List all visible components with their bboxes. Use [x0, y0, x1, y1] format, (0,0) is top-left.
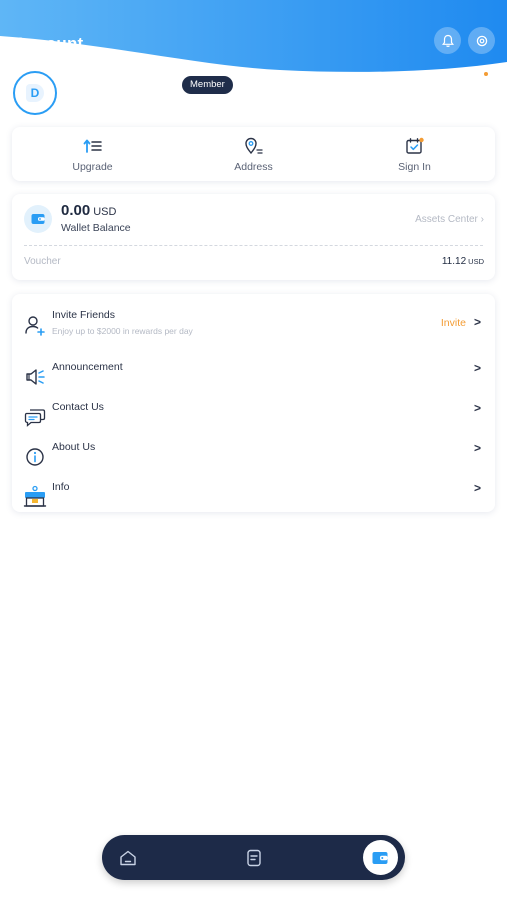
chevron-right-icon: >: [473, 441, 481, 455]
menu-item-announcement[interactable]: Announcement >: [12, 356, 495, 396]
tab-wallet[interactable]: [360, 835, 400, 880]
invite-action[interactable]: Invite: [441, 317, 466, 329]
menu-item-about-us[interactable]: About Us >: [12, 436, 495, 476]
menu-item-invite-friends[interactable]: Invite Friends Enjoy up to $2000 in rewa…: [12, 304, 495, 344]
chevron-right-icon: ›: [477, 214, 484, 225]
menu-item-info[interactable]: Info >: [12, 476, 495, 516]
address-button[interactable]: Address: [173, 127, 334, 181]
assets-center-label: Assets Center: [415, 214, 478, 225]
calendar-check-icon: [405, 137, 424, 154]
wallet-card: 0.00 USD Wallet Balance Assets Center › V…: [12, 194, 495, 280]
notification-dot: [484, 72, 488, 76]
about-us-label: About Us: [52, 441, 96, 453]
address-label: Address: [234, 161, 273, 173]
document-icon: [247, 849, 261, 866]
tab-home[interactable]: [108, 835, 148, 880]
wallet-balance-label: Wallet Balance: [61, 222, 131, 234]
wallet-amount-value: 0.00: [61, 202, 91, 219]
user-add-icon: [23, 314, 47, 336]
chevron-right-icon: >: [473, 401, 481, 415]
invite-friends-subtitle: Enjoy up to $2000 in rewards per day: [52, 326, 193, 336]
menu-item-contact-us[interactable]: Contact Us >: [12, 396, 495, 436]
menu-card: Invite Friends Enjoy up to $2000 in rewa…: [12, 294, 495, 512]
avatar-initial: D: [26, 84, 44, 102]
notifications-button[interactable]: [434, 27, 461, 54]
gear-icon: [476, 35, 487, 46]
tab-wallet-active-indicator: [362, 840, 398, 875]
tab-orders[interactable]: [234, 835, 274, 880]
bottom-tab-bar: [102, 835, 405, 880]
megaphone-icon: [23, 366, 47, 388]
wallet-currency: USD: [93, 206, 117, 218]
settings-button[interactable]: [468, 27, 495, 54]
info-icon: [23, 446, 47, 468]
chat-bubble-icon: [23, 406, 47, 428]
voucher-value: 11.12 USD: [442, 256, 484, 267]
voucher-amount: 11.12: [441, 256, 467, 267]
upgrade-button[interactable]: Upgrade: [12, 127, 173, 181]
chevron-right-icon: >: [473, 315, 481, 329]
chevron-right-icon: >: [473, 361, 481, 375]
info-label: Info: [52, 481, 70, 493]
member-badge: Member: [182, 76, 233, 94]
voucher-label: Voucher: [24, 256, 61, 267]
upgrade-label: Upgrade: [72, 161, 113, 173]
wallet-icon: [372, 851, 388, 864]
page-title: Account: [14, 34, 84, 53]
home-icon: [120, 850, 136, 865]
invite-friends-label: Invite Friends: [52, 309, 116, 321]
quick-actions-card: Upgrade Address Sign In: [12, 127, 495, 181]
header: Account: [0, 0, 507, 120]
dashed-divider: [24, 245, 483, 246]
sign-in-label: Sign In: [398, 161, 431, 173]
avatar[interactable]: D: [13, 71, 57, 115]
voucher-currency: USD: [468, 257, 484, 266]
header-wave-background: [0, 0, 507, 72]
location-pin-icon: [244, 137, 263, 155]
contact-us-label: Contact Us: [52, 401, 104, 413]
upgrade-icon: [83, 139, 102, 153]
chevron-right-icon: >: [473, 481, 481, 495]
bell-icon: [441, 34, 454, 47]
assets-center-link[interactable]: Assets Center ›: [415, 214, 484, 225]
wallet-icon: [24, 205, 52, 233]
info-booth-icon: [23, 485, 47, 508]
announcement-label: Announcement: [52, 361, 123, 373]
sign-in-button[interactable]: Sign In: [334, 127, 495, 181]
wallet-balance-amount: 0.00 USD: [61, 202, 116, 219]
